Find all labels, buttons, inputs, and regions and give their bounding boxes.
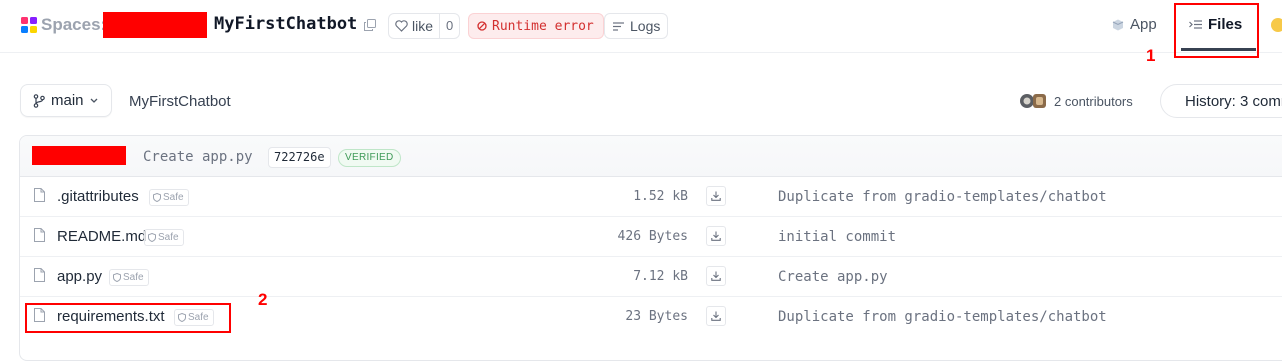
cube-icon	[1112, 19, 1124, 30]
logs-button[interactable]: Logs	[604, 13, 669, 39]
file-icon	[34, 268, 45, 282]
heart-icon	[395, 20, 408, 32]
download-icon	[711, 231, 721, 241]
like-label: like	[412, 18, 434, 34]
redacted-owner-name	[103, 12, 207, 38]
download-button[interactable]	[706, 226, 726, 246]
download-icon	[711, 271, 721, 281]
history-button[interactable]: History: 3 commits	[1160, 84, 1282, 118]
safe-badge[interactable]: Safe	[109, 269, 149, 286]
contributor-avatars[interactable]	[1019, 93, 1049, 109]
top-header: Spaces: MyFirstChatbot like 0 Runtime er…	[0, 0, 1282, 53]
file-icon	[34, 188, 45, 202]
annotation-number-2: 2	[258, 290, 268, 309]
annotation-box-requirements-file	[25, 303, 231, 333]
safe-label: Safe	[163, 192, 184, 203]
tab-app-label: App	[1130, 16, 1157, 33]
safe-label: Safe	[123, 272, 144, 283]
last-commit-row: Create app.py 722726e VERIFIED	[20, 136, 1282, 177]
file-commit-message[interactable]: Duplicate from gradio-templates/chatbot	[778, 309, 1107, 325]
table-row: README.md Safe 426 Bytes initial commit	[20, 216, 1282, 257]
verified-badge: VERIFIED	[338, 149, 401, 167]
logs-label: Logs	[630, 18, 661, 34]
copy-icon[interactable]	[364, 19, 376, 31]
safe-label: Safe	[158, 232, 179, 243]
error-circle-icon	[477, 21, 487, 31]
file-size: 7.12 kB	[633, 269, 688, 284]
file-commit-message[interactable]: Duplicate from gradio-templates/chatbot	[778, 189, 1107, 205]
commit-hash[interactable]: 722726e	[268, 147, 331, 168]
breadcrumb-repo-root[interactable]: MyFirstChatbot	[129, 93, 231, 110]
file-name-link[interactable]: README.md	[57, 228, 146, 245]
file-commit-message[interactable]: initial commit	[778, 229, 896, 245]
shield-icon	[148, 233, 156, 242]
chevron-down-icon	[90, 98, 97, 103]
safe-badge[interactable]: Safe	[144, 229, 184, 246]
file-name-link[interactable]: app.py	[57, 268, 102, 285]
safe-badge[interactable]: Safe	[149, 189, 189, 206]
file-commit-message[interactable]: Create app.py	[778, 269, 888, 285]
file-icon	[34, 228, 45, 242]
contributors-count[interactable]: 2 contributors	[1054, 94, 1133, 109]
shield-icon	[113, 273, 121, 282]
file-size: 23 Bytes	[625, 309, 688, 324]
huggingface-spaces-logo-icon	[21, 17, 37, 33]
like-count: 0	[439, 14, 459, 38]
download-button[interactable]	[706, 266, 726, 286]
branch-selector[interactable]: main	[20, 84, 112, 117]
file-name-link[interactable]: .gitattributes	[57, 188, 139, 205]
spaces-link[interactable]: Spaces:	[41, 15, 106, 35]
table-row: app.py Safe 7.12 kB Create app.py	[20, 256, 1282, 297]
file-size: 1.52 kB	[633, 189, 688, 204]
logs-icon	[613, 21, 624, 31]
git-branch-icon	[33, 93, 45, 108]
tab-app[interactable]: App	[1112, 16, 1157, 33]
space-name-link[interactable]: MyFirstChatbot	[214, 14, 357, 34]
download-button[interactable]	[706, 186, 726, 206]
like-button[interactable]: like 0	[388, 13, 461, 39]
annotation-number-1: 1	[1146, 46, 1156, 65]
download-button[interactable]	[706, 306, 726, 326]
download-icon	[711, 191, 721, 201]
branch-name: main	[51, 92, 84, 109]
last-commit-message[interactable]: Create app.py	[143, 149, 253, 165]
runtime-status-label: Runtime error	[492, 18, 594, 34]
file-size: 426 Bytes	[617, 229, 688, 244]
history-label: History: 3 commits	[1185, 92, 1282, 110]
community-emoji-icon[interactable]	[1271, 18, 1282, 32]
runtime-status-badge[interactable]: Runtime error	[468, 13, 604, 39]
annotation-box-files-tab	[1174, 3, 1259, 58]
download-icon	[711, 311, 721, 321]
shield-icon	[153, 193, 161, 202]
table-row: .gitattributes Safe 1.52 kB Duplicate fr…	[20, 176, 1282, 217]
redacted-commit-author	[32, 146, 126, 165]
